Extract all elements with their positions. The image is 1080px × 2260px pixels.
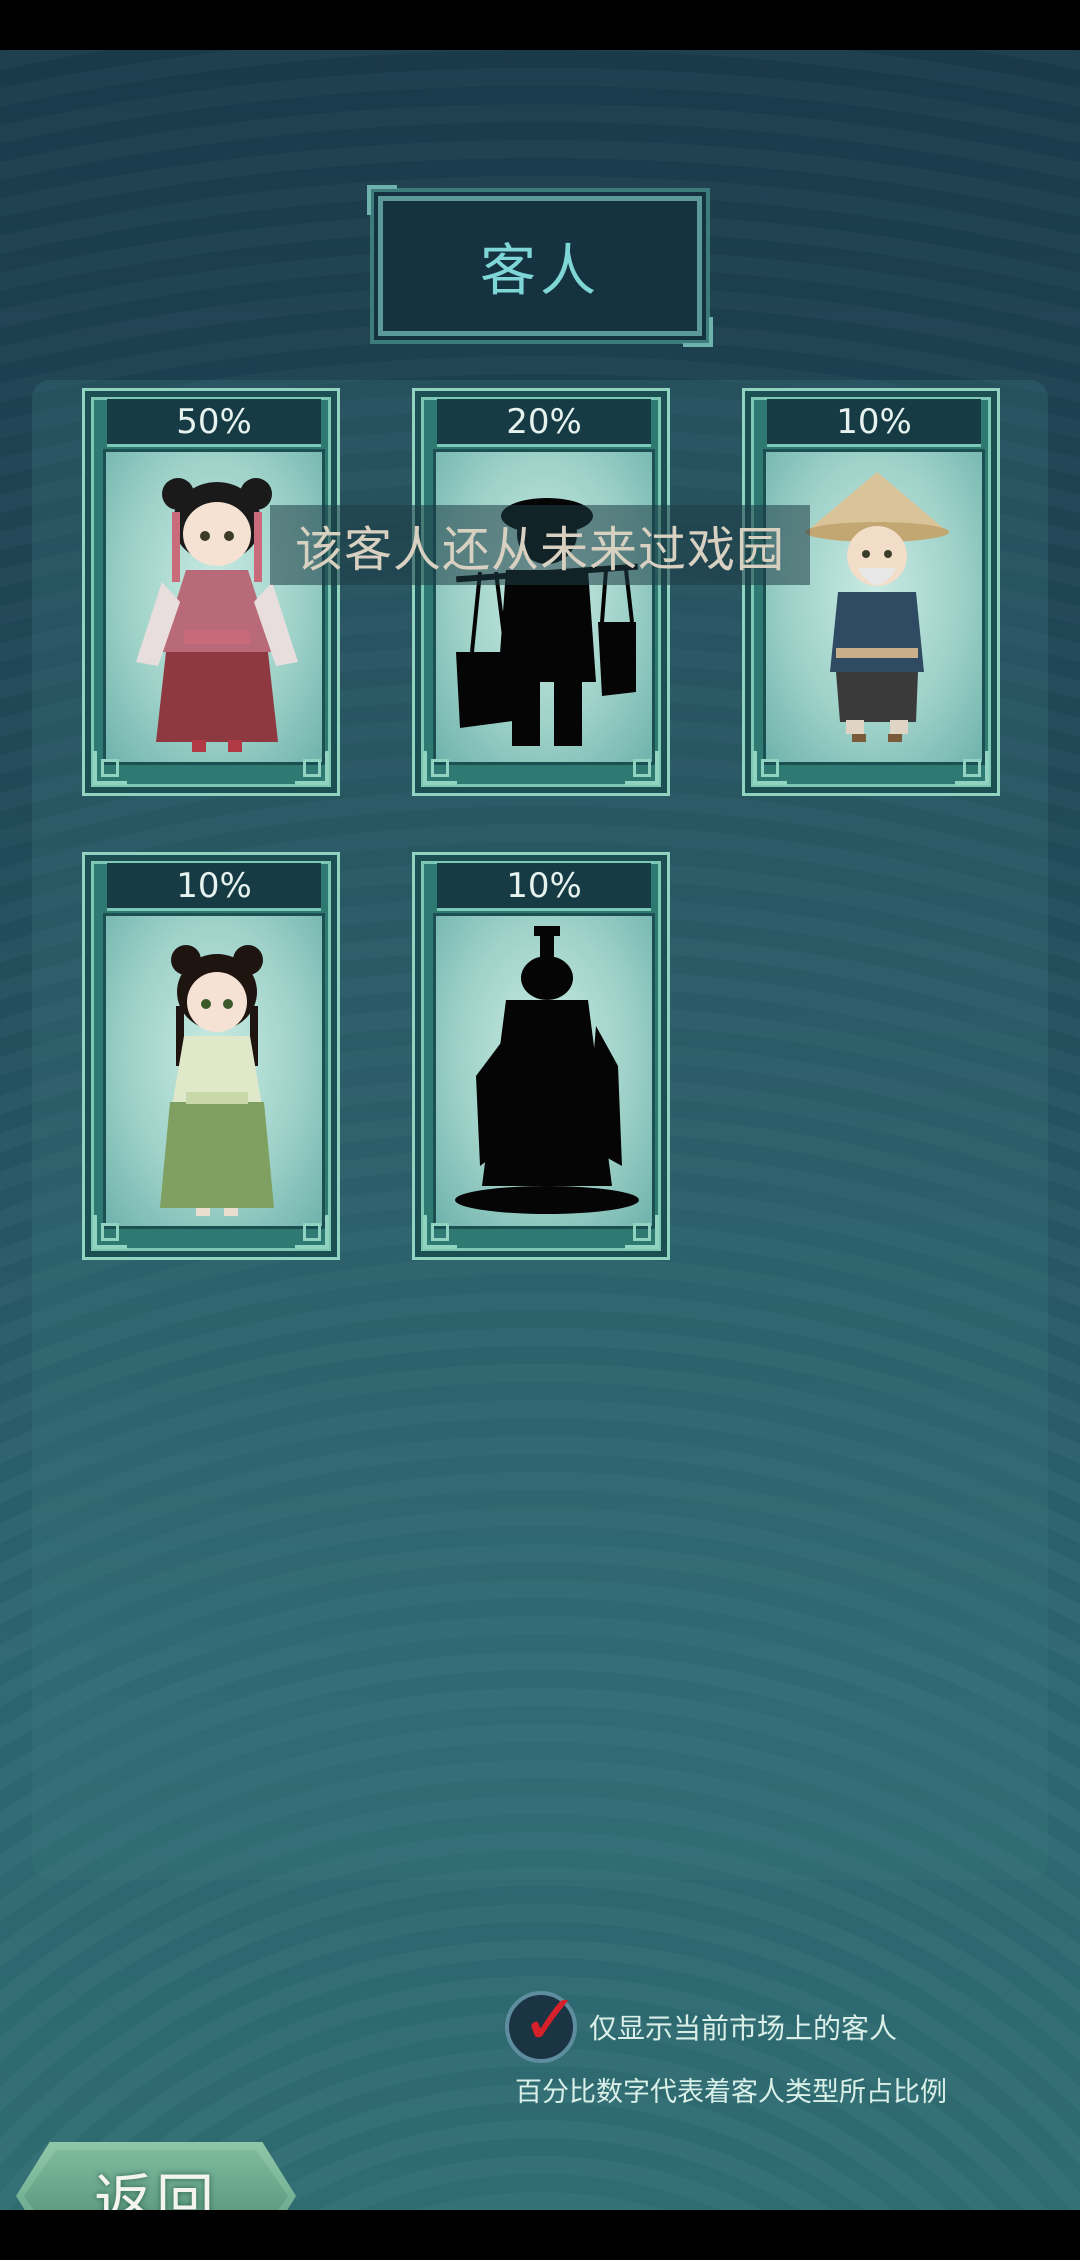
guest-percent: 10%	[767, 399, 981, 447]
corner-ornament	[295, 751, 329, 785]
guest-portrait	[103, 913, 325, 1229]
girl-red-dress-figure	[136, 478, 298, 752]
percentage-note: 百分比数字代表着客人类型所占比例	[515, 2077, 947, 2108]
filter-checkbox[interactable]: ✓	[505, 1985, 580, 2063]
corner-ornament	[93, 1215, 127, 1249]
corner-ornament	[625, 1215, 659, 1249]
back-button[interactable]: 返回	[16, 2142, 296, 2210]
corner-ornament	[423, 751, 457, 785]
guest-portrait	[763, 449, 985, 765]
guest-card-5[interactable]: 10%	[412, 852, 670, 1260]
official-silhouette-figure	[455, 926, 639, 1214]
guest-screen: 客人 50% 20% 10% 10% 10% 该客人还从未来过戏园 ✓ 仅显示当…	[0, 50, 1080, 2210]
title-plaque: 客人	[367, 185, 713, 347]
corner-ornament	[955, 751, 989, 785]
corner-ornament	[295, 1215, 329, 1249]
status-bar	[0, 0, 1080, 50]
hint-tooltip: 该客人还从未来过戏园	[270, 505, 810, 585]
guest-portrait	[433, 913, 655, 1229]
corner-ornament	[753, 751, 787, 785]
page-title: 客人	[480, 238, 600, 304]
filter-option[interactable]: ✓ 仅显示当前市场上的客人	[505, 1985, 898, 2063]
checkmark-icon: ✓	[521, 1979, 580, 2061]
guest-card-1[interactable]: 50%	[82, 388, 340, 796]
corner-ornament	[625, 751, 659, 785]
back-button-label: 返回	[93, 2167, 218, 2210]
guest-portrait	[103, 449, 325, 765]
guest-portrait	[433, 449, 655, 765]
guest-card-4[interactable]: 10%	[82, 852, 340, 1260]
porter-silhouette-figure	[456, 498, 638, 746]
guest-percent: 10%	[437, 863, 651, 911]
navigation-bar	[0, 2210, 1080, 2260]
old-farmer-figure	[805, 472, 949, 742]
corner-ornament	[423, 1215, 457, 1249]
girl-green-dress-figure	[160, 945, 274, 1216]
corner-ornament	[93, 751, 127, 785]
guest-card-2[interactable]: 20%	[412, 388, 670, 796]
guest-percent: 20%	[437, 399, 651, 447]
guest-percent: 10%	[107, 863, 321, 911]
filter-label: 仅显示当前市场上的客人	[589, 2012, 898, 2045]
guest-card-3[interactable]: 10%	[742, 388, 1000, 796]
guest-percent: 50%	[107, 399, 321, 447]
